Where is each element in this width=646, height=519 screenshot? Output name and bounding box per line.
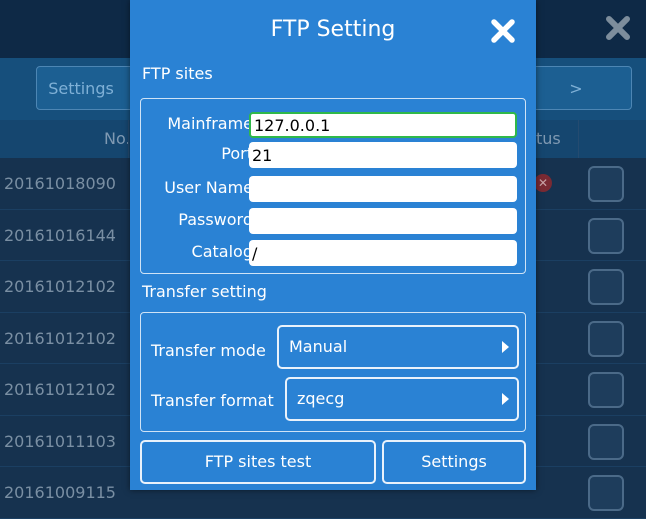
close-icon[interactable]	[490, 18, 516, 44]
row-checkbox[interactable]	[588, 372, 624, 408]
password-label: Password	[178, 210, 253, 229]
transfer-mode-label: Transfer mode	[151, 341, 266, 360]
user-name-label: User Name	[164, 178, 253, 197]
row-checkbox[interactable]	[588, 475, 624, 511]
user-name-row: User Name	[141, 173, 527, 203]
chevron-right-icon	[502, 393, 509, 405]
row-number: 20161012102	[4, 277, 116, 296]
dialog-title: FTP Setting	[270, 17, 396, 42]
ftp-sites-test-button[interactable]: FTP sites test	[140, 440, 376, 484]
transfer-mode-value: Manual	[289, 337, 348, 356]
row-number: 20161016144	[4, 225, 116, 245]
row-checkbox[interactable]	[588, 166, 624, 202]
row-number: 20161009115	[4, 483, 116, 502]
catalog-input[interactable]	[249, 240, 517, 266]
background-next-button[interactable]: >	[520, 66, 632, 110]
ftp-sites-section-label: FTP sites	[142, 64, 213, 83]
transfer-mode-select[interactable]: Manual	[277, 325, 519, 369]
error-status-icon: ✕	[534, 174, 552, 192]
catalog-label: Catalog	[191, 242, 253, 261]
mainframe-row: Mainframe	[141, 109, 527, 139]
row-checkbox[interactable]	[588, 217, 624, 254]
transfer-format-label: Transfer format	[151, 391, 274, 410]
row-checkbox[interactable]	[588, 320, 624, 357]
transfer-setting-group: Transfer mode Manual Transfer format zqe…	[140, 312, 526, 432]
close-icon[interactable]	[604, 14, 632, 42]
background-settings-label: Settings	[48, 78, 114, 98]
row-number: 20161012102	[4, 380, 116, 399]
transfer-setting-section-label: Transfer setting	[142, 282, 267, 301]
password-input[interactable]	[249, 208, 517, 234]
transfer-format-value: zqecg	[297, 389, 345, 408]
row-number: 20161018090	[4, 174, 116, 193]
row-checkbox[interactable]	[588, 269, 624, 305]
transfer-format-select[interactable]: zqecg	[285, 377, 519, 421]
row-number: 20161012102	[4, 328, 116, 348]
mainframe-label: Mainframe	[167, 114, 253, 133]
password-row: Password	[141, 205, 527, 235]
port-row: Port	[141, 139, 527, 169]
port-input[interactable]	[249, 142, 517, 168]
ftp-setting-dialog: FTP Setting FTP sites Mainframe Port Use…	[130, 0, 536, 490]
catalog-row: Catalog	[141, 237, 527, 267]
user-name-input[interactable]	[249, 176, 517, 202]
chevron-right-icon	[502, 341, 509, 353]
settings-button[interactable]: Settings	[382, 440, 526, 484]
mainframe-input[interactable]	[249, 112, 517, 138]
background-next-label: >	[569, 78, 583, 98]
row-checkbox[interactable]	[588, 423, 624, 460]
header-status: tus	[536, 129, 561, 148]
row-number: 20161011103	[4, 431, 116, 451]
ftp-sites-group: Mainframe Port User Name Password Catalo…	[140, 98, 526, 274]
